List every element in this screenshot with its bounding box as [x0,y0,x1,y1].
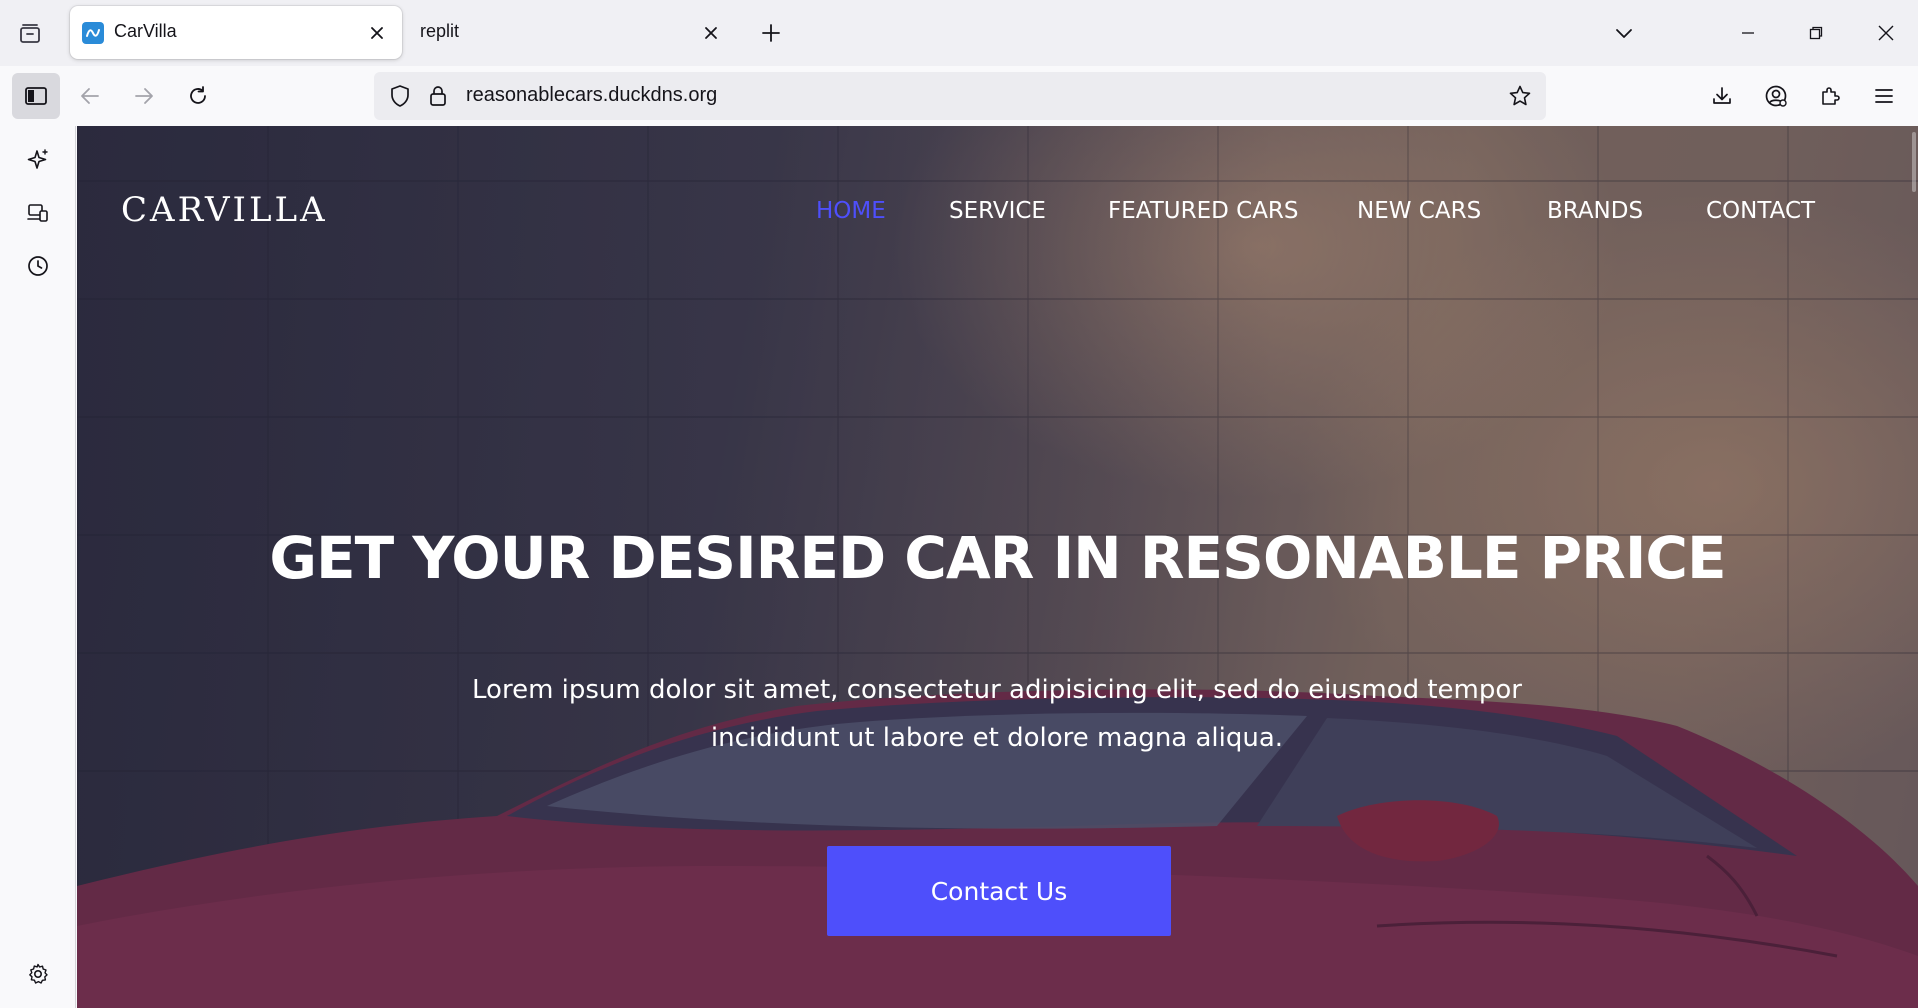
nav-contact[interactable]: CONTACT [1706,198,1815,224]
nav-service[interactable]: SERVICE [949,198,1046,224]
close-icon [1878,25,1894,41]
app-menu-button[interactable] [1862,74,1906,118]
nav-featured-cars[interactable]: FEATURED CARS [1108,198,1299,224]
tab-overview-icon [20,24,40,43]
tab-title: CarVilla [114,21,177,41]
browser-sidebar [0,126,76,1008]
arrow-right-icon [135,88,153,104]
account-button[interactable] [1754,74,1798,118]
arrow-left-icon [81,88,99,104]
url-text[interactable]: reasonablecars.duckdns.org [466,84,717,107]
list-all-tabs-button[interactable] [1604,14,1644,52]
hero-headline: GET YOUR DESIRED CAR IN RESONABLE PRICE [269,524,1726,592]
replit-favicon-icon [82,22,104,44]
sparkle-icon [27,149,48,169]
reload-icon [190,86,206,104]
close-tab-icon[interactable] [362,18,392,48]
restore-icon [1809,26,1823,40]
extensions-button[interactable] [1808,74,1852,118]
puzzle-piece-icon [1822,87,1840,105]
download-icon [1713,87,1731,104]
minimize-button[interactable] [1720,6,1776,60]
downloads-button[interactable] [1700,74,1744,118]
new-tab-button[interactable] [752,14,790,52]
restore-button[interactable] [1788,6,1844,60]
bookmark-star-icon[interactable] [1504,80,1536,112]
close-tab-icon[interactable] [696,18,726,48]
sidebar-toggle-button[interactable] [12,73,60,119]
minimize-icon [1742,32,1754,34]
customize-sidebar-button[interactable] [18,954,58,994]
hero-subtext: Lorem ipsum dolor sit amet, consectetur … [472,675,1522,753]
sidebar-icon [25,87,47,105]
nav-home[interactable]: HOME [816,198,886,224]
page-scrollbar[interactable] [1912,132,1916,192]
tab-overview-button[interactable] [10,14,50,54]
navigation-toolbar: reasonablecars.duckdns.org [0,66,1918,126]
clock-icon [28,256,48,276]
chevron-down-icon [1616,29,1632,38]
url-bar[interactable]: reasonablecars.duckdns.org [374,72,1546,120]
tab-title: replit [420,21,460,41]
gear-icon [29,963,48,984]
tab-replit[interactable]: replit [406,6,736,59]
tab-strip: CarVilla replit [0,0,1918,66]
tab-carvilla[interactable]: CarVilla [70,6,402,59]
nav-brands[interactable]: BRANDS [1547,198,1643,224]
nav-new-cars[interactable]: NEW CARS [1357,198,1481,224]
synced-tabs-button[interactable] [18,193,58,233]
hamburger-menu-icon [1875,89,1893,103]
web-content: CARVILLA HOME SERVICE FEATURED CARS NEW … [77,126,1918,1008]
plus-icon [762,24,780,42]
account-icon [1765,85,1787,107]
lock-icon[interactable] [424,82,452,110]
contact-us-button[interactable]: Contact Us [827,846,1171,936]
synced-tabs-icon [27,204,48,222]
forward-button[interactable] [122,74,166,118]
reload-button[interactable] [176,74,220,118]
tracking-protection-shield-icon[interactable] [386,82,414,110]
history-button[interactable] [18,246,58,286]
site-logo[interactable]: CARVILLA [121,190,328,230]
back-button[interactable] [68,74,112,118]
close-window-button[interactable] [1858,6,1914,60]
ai-chatbot-button[interactable] [18,140,58,180]
